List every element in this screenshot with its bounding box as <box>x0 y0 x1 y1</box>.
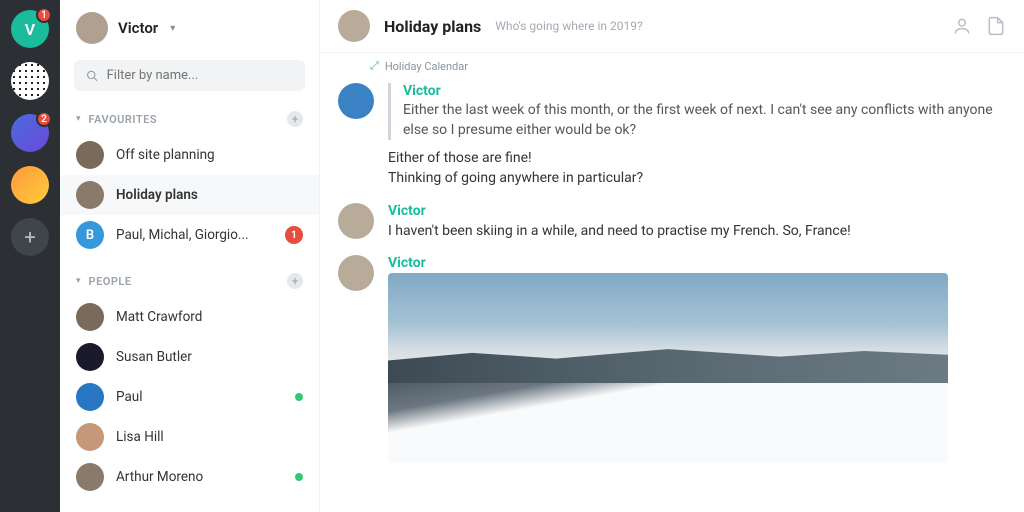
files-icon[interactable] <box>986 16 1006 36</box>
attachment-label: Holiday Calendar <box>385 60 468 73</box>
chat-panel: Holiday plans Who's going where in 2019?… <box>320 0 1024 512</box>
user-avatar <box>76 12 108 44</box>
room-avatar <box>76 141 104 169</box>
section-title: FAVOURITES <box>89 113 287 126</box>
presence-dot <box>295 473 303 481</box>
person-label: Paul <box>116 389 283 405</box>
search-icon <box>86 69 99 83</box>
sidebar: Victor ▾ ▾ FAVOURITES + Off site plannin… <box>60 0 320 512</box>
quote-author: Victor <box>403 83 1006 99</box>
workspace-item-4[interactable] <box>11 166 49 204</box>
sidebar-item-person[interactable]: Matt Crawford <box>60 297 319 337</box>
message-author: Victor <box>388 203 1006 219</box>
user-switcher[interactable]: Victor ▾ <box>60 0 319 56</box>
chevron-down-icon: ▾ <box>76 276 81 286</box>
person-label: Lisa Hill <box>116 429 303 445</box>
sidebar-item-person[interactable]: Lisa Hill <box>60 417 319 457</box>
people-header[interactable]: ▾ PEOPLE + <box>60 265 319 297</box>
message-text: I haven't been skiing in a while, and ne… <box>388 221 1006 241</box>
message: Victor I haven't been skiing in a while,… <box>338 203 1006 241</box>
room-avatar <box>338 10 370 42</box>
message-author: Victor <box>388 255 1006 271</box>
members-icon[interactable] <box>952 16 972 36</box>
chevron-down-icon: ▾ <box>76 114 81 124</box>
sender-avatar[interactable] <box>338 83 374 119</box>
room-avatar: B <box>76 221 104 249</box>
person-avatar <box>76 303 104 331</box>
room-label: Paul, Michal, Giorgio... <box>116 227 273 243</box>
person-avatar <box>76 463 104 491</box>
person-label: Matt Crawford <box>116 309 303 325</box>
workspace-item-2[interactable] <box>11 62 49 100</box>
filter-input[interactable] <box>107 68 293 83</box>
room-avatar <box>76 181 104 209</box>
attachment-chip[interactable]: ⤢ Holiday Calendar <box>370 59 1006 73</box>
room-label: Holiday plans <box>116 187 303 203</box>
workspace-item-victor[interactable]: V 1 <box>11 10 49 48</box>
sidebar-item-group-chat[interactable]: B Paul, Michal, Giorgio... 1 <box>60 215 319 255</box>
favourites-header[interactable]: ▾ FAVOURITES + <box>60 103 319 135</box>
message-text: Thinking of going anywhere in particular… <box>388 168 1006 188</box>
workspace-avatar <box>11 166 49 204</box>
sender-avatar[interactable] <box>338 255 374 291</box>
person-avatar <box>76 383 104 411</box>
person-avatar <box>76 343 104 371</box>
person-label: Susan Butler <box>116 349 303 365</box>
person-avatar <box>76 423 104 451</box>
add-person-button[interactable]: + <box>287 273 303 289</box>
message-list: Victor Either the last week of this mont… <box>320 83 1024 512</box>
sidebar-item-person[interactable]: Paul <box>60 377 319 417</box>
sender-avatar[interactable] <box>338 203 374 239</box>
sidebar-item-offsite[interactable]: Off site planning <box>60 135 319 175</box>
user-name: Victor <box>118 19 158 37</box>
sidebar-item-person[interactable]: Susan Butler <box>60 337 319 377</box>
quoted-message: Victor Either the last week of this mont… <box>388 83 1006 140</box>
unread-badge: 1 <box>285 226 303 244</box>
chevron-down-icon: ▾ <box>170 23 175 34</box>
workspace-badge: 2 <box>36 111 52 127</box>
message-text: Either of those are fine! <box>388 148 1006 168</box>
expand-icon: ⤢ <box>370 59 379 73</box>
message: Victor <box>338 255 1006 463</box>
workspace-item-3[interactable]: 2 <box>11 114 49 152</box>
workspace-rail: V 1 2 + <box>0 0 60 512</box>
person-label: Arthur Moreno <box>116 469 283 485</box>
workspace-badge: 1 <box>36 7 52 23</box>
image-attachment[interactable] <box>388 273 948 463</box>
workspace-avatar <box>11 62 49 100</box>
filter-container <box>74 60 305 91</box>
chat-subtitle: Who's going where in 2019? <box>495 19 642 33</box>
sidebar-item-person[interactable]: Arthur Moreno <box>60 457 319 497</box>
room-label: Off site planning <box>116 147 303 163</box>
chat-header: Holiday plans Who's going where in 2019? <box>320 0 1024 53</box>
message: Victor Either the last week of this mont… <box>338 83 1006 189</box>
presence-dot <box>295 393 303 401</box>
sidebar-item-holiday-plans[interactable]: Holiday plans <box>60 175 319 215</box>
add-favourite-button[interactable]: + <box>287 111 303 127</box>
quote-text: Either the last week of this month, or t… <box>403 101 1006 140</box>
chat-title: Holiday plans <box>384 17 481 36</box>
section-title: PEOPLE <box>89 275 287 288</box>
add-workspace-button[interactable]: + <box>11 218 49 256</box>
